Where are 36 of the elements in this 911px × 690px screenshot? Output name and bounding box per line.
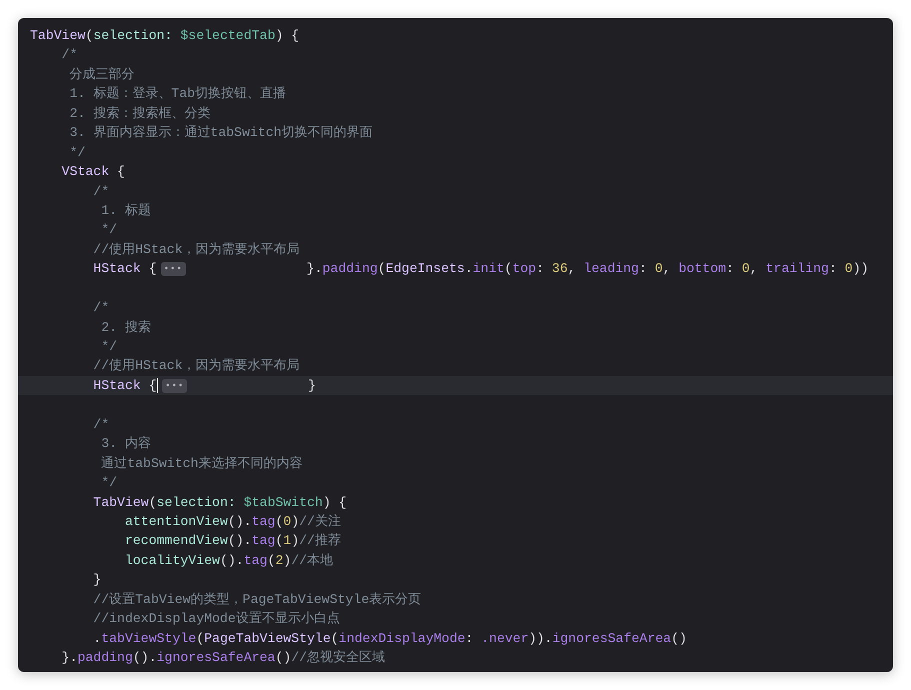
code-text: }.padding(EdgeInsets.init(top: 36, leading: 0, bottom: 0, trailing: 0)) <box>306 260 869 278</box>
code-text: /* <box>92 182 110 200</box>
code-text: TabView(selection: $tabSwitch) { <box>92 494 347 512</box>
code-text: //使用HStack，因为需要水平布局 <box>92 240 300 259</box>
code-text: recommendView().tag(1)//推荐 <box>124 532 341 550</box>
code-text: 通过tabSwitch来选择不同的内容 <box>100 454 302 473</box>
code-text: HStack { <box>92 376 157 395</box>
code-text: 2. 搜索：搜索框、分类 <box>68 104 210 123</box>
code-text: */ <box>100 221 118 240</box>
code-text: */ <box>100 338 118 356</box>
code-text: */ <box>100 474 118 492</box>
code-text: /* <box>60 46 78 64</box>
code-text: 分成三部分 <box>68 66 135 84</box>
code-text: VStack { <box>60 163 125 182</box>
code-text: } <box>307 376 316 395</box>
code-text: 3. 界面内容显示：通过tabSwitch切换不同的界面 <box>68 124 373 142</box>
code-text: 1. 标题：登录、Tab切换按钮、直播 <box>68 85 286 104</box>
code-text: TabView(selection: $selectedTab) { <box>30 27 300 45</box>
folded-code-button[interactable]: ••• <box>162 378 188 393</box>
code-text: attentionView().tag(0)//关注 <box>124 512 341 531</box>
code-text: HStack { <box>92 260 157 278</box>
code-text: //indexDisplayMode设置不显示小白点 <box>92 610 340 628</box>
code-text: .tabViewStyle(PageTabViewStyle(indexDisplayMode: .never)).ignoresSafeArea() <box>92 630 687 648</box>
code-text: /* <box>92 416 110 434</box>
code-text: 3. 内容 <box>100 435 151 454</box>
text-cursor <box>156 378 158 394</box>
code-text: }.padding().ignoresSafeArea()//忽视安全区域 <box>60 649 386 667</box>
code-text: //使用HStack，因为需要水平布局 <box>92 357 300 376</box>
code-text: //设置TabView的类型，PageTabViewStyle表示分页 <box>92 590 422 609</box>
code-text: } <box>92 571 102 590</box>
code-text: localityView().tag(2)//本地 <box>124 552 334 570</box>
code-text: /* <box>92 299 110 318</box>
folded-code-button[interactable]: ••• <box>160 262 186 276</box>
code-text: 2. 搜索 <box>100 318 151 337</box>
code-text: */ <box>68 144 86 162</box>
code-text: 1. 标题 <box>100 202 151 220</box>
